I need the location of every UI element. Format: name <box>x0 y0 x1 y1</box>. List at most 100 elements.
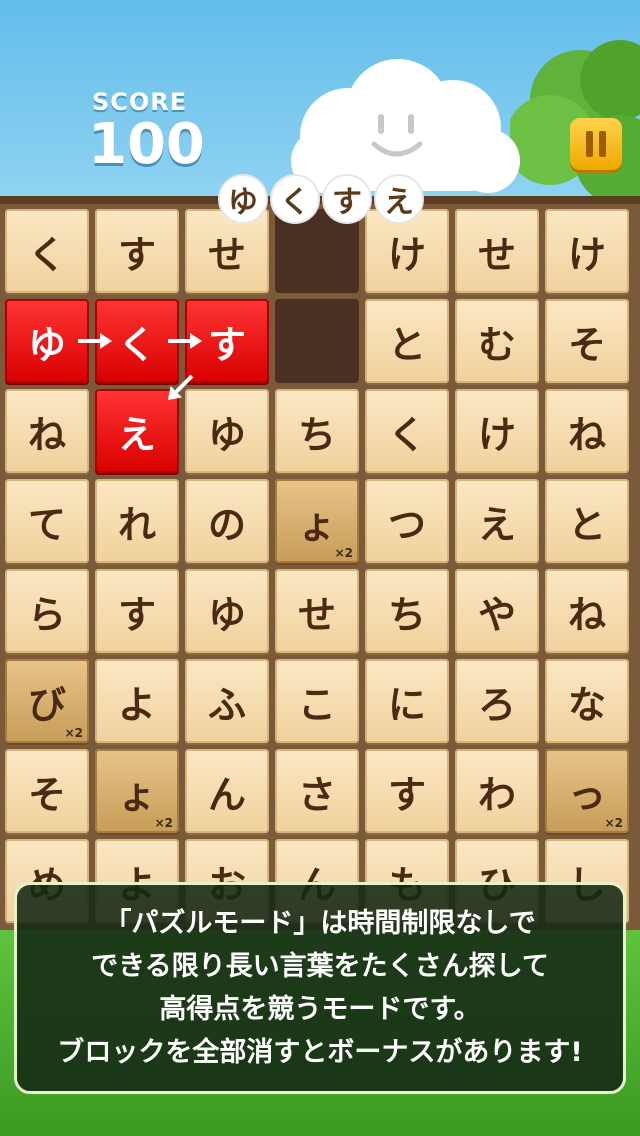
tile-letter: ら <box>27 592 66 637</box>
letter-tile[interactable]: そ <box>5 749 89 833</box>
letter-tile[interactable]: び ×2 <box>5 659 89 743</box>
tile-letter: そ <box>27 772 66 817</box>
tile-letter: む <box>477 322 516 367</box>
tile-letter: せ <box>207 232 246 277</box>
letter-tile[interactable]: と <box>545 479 629 563</box>
letter-tile[interactable]: く <box>5 209 89 293</box>
letter-tile[interactable]: ち <box>365 569 449 653</box>
tile-letter: ろ <box>477 682 516 727</box>
tile-letter: く <box>117 322 156 367</box>
letter-tile[interactable]: す <box>365 749 449 833</box>
letter-tile[interactable]: ゆ <box>185 569 269 653</box>
tile-letter: こ <box>297 682 336 727</box>
letter-tile[interactable]: す <box>185 299 269 383</box>
pause-icon-bar <box>599 131 606 157</box>
tile-letter: つ <box>387 502 426 547</box>
tile-letter: け <box>567 232 606 277</box>
tile-letter: び <box>27 682 66 727</box>
letter-tile[interactable]: す <box>95 569 179 653</box>
tile-letter: れ <box>117 502 156 547</box>
letter-tile[interactable]: わ <box>455 749 539 833</box>
tile-letter: ふ <box>207 682 246 727</box>
tile-letter: ち <box>297 412 336 457</box>
letter-tile[interactable]: ゆ <box>5 299 89 383</box>
tile-letter: と <box>567 502 606 547</box>
tile-letter: ゆ <box>207 412 246 457</box>
letter-tile[interactable]: つ <box>365 479 449 563</box>
tile-letter: く <box>27 232 66 277</box>
letter-tile[interactable]: れ <box>95 479 179 563</box>
tile-letter: く <box>387 412 426 457</box>
tile-letter: す <box>207 322 246 367</box>
tile-letter: の <box>207 502 246 547</box>
letter-tile[interactable]: す <box>95 209 179 293</box>
tile-letter: せ <box>297 592 336 637</box>
tile-letter: や <box>477 592 516 637</box>
tile-letter: け <box>477 412 516 457</box>
letter-tile[interactable]: け <box>455 389 539 473</box>
word-letter: ゆ <box>218 174 268 224</box>
tile-letter: て <box>27 502 66 547</box>
letter-tile[interactable]: せ <box>455 209 539 293</box>
letter-tile[interactable]: と <box>365 299 449 383</box>
tile-letter: す <box>117 592 156 637</box>
tile-letter: す <box>387 772 426 817</box>
tile-letter: わ <box>477 772 516 817</box>
tile-letter: け <box>387 232 426 277</box>
tile-letter: そ <box>567 322 606 367</box>
empty-cell <box>275 299 359 383</box>
letter-tile[interactable]: え <box>455 479 539 563</box>
letter-tile[interactable]: ふ <box>185 659 269 743</box>
message-line: 「パズルモード」は時間制限なしで <box>104 908 536 939</box>
letter-tile[interactable]: む <box>455 299 539 383</box>
word-letter: え <box>374 174 424 224</box>
letter-tile[interactable]: ら <box>5 569 89 653</box>
current-word: ゆくすえ <box>218 174 424 224</box>
tile-letter: ち <box>387 592 426 637</box>
letter-tile[interactable]: ね <box>545 569 629 653</box>
tile-letter: せ <box>477 232 516 277</box>
letter-tile[interactable]: て <box>5 479 89 563</box>
letter-tile[interactable]: ょ ×2 <box>275 479 359 563</box>
letter-tile[interactable]: せ <box>275 569 359 653</box>
tile-letter: ね <box>27 412 66 457</box>
tile-letter: っ <box>567 772 606 817</box>
multiplier-badge: ×2 <box>154 816 173 830</box>
multiplier-badge: ×2 <box>604 816 623 830</box>
letter-tile[interactable]: く <box>95 299 179 383</box>
tile-letter: ょ <box>297 502 336 547</box>
letter-tile[interactable]: ん <box>185 749 269 833</box>
letter-tile[interactable]: く <box>365 389 449 473</box>
pause-button[interactable] <box>570 118 622 170</box>
letter-tile[interactable]: っ ×2 <box>545 749 629 833</box>
letter-tile[interactable]: ち <box>275 389 359 473</box>
letter-tile[interactable]: に <box>365 659 449 743</box>
tile-letter: な <box>567 682 606 727</box>
tile-letter: ね <box>567 592 606 637</box>
pause-icon <box>586 131 593 157</box>
letter-tile[interactable]: そ <box>545 299 629 383</box>
letter-tile[interactable]: け <box>545 209 629 293</box>
tile-letter: よ <box>117 682 156 727</box>
multiplier-badge: ×2 <box>334 546 353 560</box>
multiplier-badge: ×2 <box>64 726 83 740</box>
tile-letter: ゆ <box>27 322 66 367</box>
letter-tile[interactable]: ろ <box>455 659 539 743</box>
letter-tile[interactable]: ね <box>545 389 629 473</box>
letter-tile[interactable]: こ <box>275 659 359 743</box>
letter-tile[interactable]: よ <box>95 659 179 743</box>
message-line: 高得点を競うモードです。 <box>159 994 481 1025</box>
tile-letter: ゆ <box>207 592 246 637</box>
letter-tile[interactable]: え <box>95 389 179 473</box>
letter-tile[interactable]: さ <box>275 749 359 833</box>
letter-tile[interactable]: ょ ×2 <box>95 749 179 833</box>
letter-tile[interactable]: の <box>185 479 269 563</box>
tile-letter: ん <box>207 772 246 817</box>
tile-letter: ね <box>567 412 606 457</box>
letter-tile[interactable]: や <box>455 569 539 653</box>
letter-tile[interactable]: な <box>545 659 629 743</box>
letter-tile[interactable]: ゆ <box>185 389 269 473</box>
tile-letter: す <box>117 232 156 277</box>
game-board: くすせけせけゆくすとむそねえゆちくけねてれのょ ×2 つえとらすゆせちやねび ×2 よふ… <box>0 196 640 944</box>
letter-tile[interactable]: ね <box>5 389 89 473</box>
